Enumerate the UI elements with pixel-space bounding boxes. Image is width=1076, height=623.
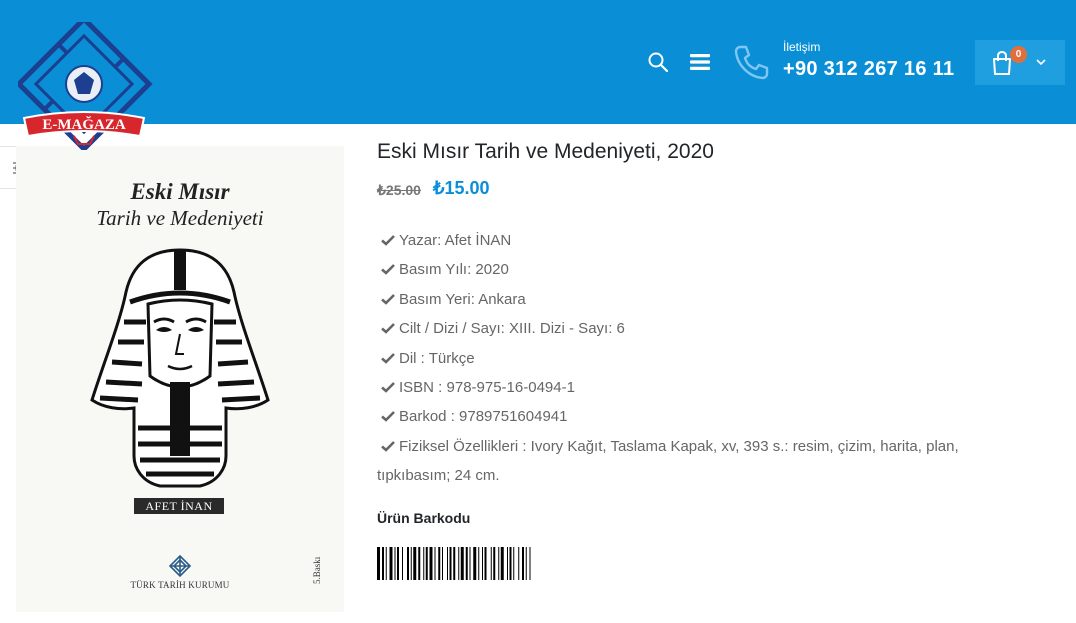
product-title: Eski Mısır Tarih ve Medeniyeti, 2020 <box>377 140 714 163</box>
search-icon[interactable] <box>646 50 670 74</box>
barcode-heading: Ürün Barkodu <box>377 510 471 526</box>
product-image[interactable]: Eski Mısır Tarih ve Medeniyeti AFET İNAN… <box>16 146 344 612</box>
attribute-text: Basım Yeri: Ankara <box>399 290 526 308</box>
attribute-text: Basım Yılı: 2020 <box>399 261 509 279</box>
attribute-text: Fiziksel Özellikleri : Ivory Kağıt, Tasl… <box>377 437 959 485</box>
check-icon <box>381 323 395 334</box>
cover-edition: 5.Baskı <box>312 556 322 584</box>
contact-phone[interactable]: +90 312 267 16 11 <box>783 58 954 81</box>
attribute-item: Yazar: Afet İNAN <box>377 226 1027 255</box>
pharaoh-mask-illustration <box>90 248 270 488</box>
check-icon <box>381 235 395 246</box>
cover-publisher: TÜRK TARİH KURUMU <box>130 580 230 590</box>
cart-button[interactable]: 0 <box>975 40 1065 85</box>
chevron-down-icon <box>1036 59 1046 66</box>
product-barcode <box>377 547 531 580</box>
check-icon <box>381 411 395 423</box>
check-icon <box>381 293 395 305</box>
sale-price: ₺15.00 <box>433 178 490 198</box>
attribute-item: Cilt / Dizi / Sayı: XIII. Dizi - Sayı: 6 <box>377 314 1027 343</box>
attribute-text: Dil : Türkçe <box>399 349 475 367</box>
attribute-item: ISBN : 978-975-16-0494-1 <box>377 373 1027 402</box>
attribute-text: Yazar: Afet İNAN <box>399 232 512 249</box>
check-icon <box>381 352 395 364</box>
phone-icon <box>734 45 769 80</box>
attribute-text: Cilt / Dizi / Sayı: XIII. Dizi - Sayı: 6 <box>399 320 625 338</box>
cart-count-badge: 0 <box>1010 46 1027 63</box>
attribute-item: Dil : Türkçe <box>377 344 1027 373</box>
attribute-item: Barkod : 9789751604941 <box>377 402 1027 431</box>
attribute-text: ISBN : 978-975-16-0494-1 <box>399 379 575 397</box>
logo-text: E-MAĞAZA <box>42 116 125 133</box>
contact-label: İletişim <box>783 40 821 54</box>
old-price: ₺25.00 <box>377 182 421 198</box>
attribute-item: Fiziksel Özellikleri : Ivory Kağıt, Tasl… <box>377 432 1027 491</box>
attribute-text: Barkod : 9789751604941 <box>399 408 568 426</box>
publisher-emblem-icon <box>168 554 192 578</box>
check-icon <box>381 440 395 452</box>
product-attributes: Yazar: Afet İNAN Basım Yılı: 2020 Basım … <box>377 226 1027 491</box>
cover-title-line2: Tarih ve Medeniyeti <box>96 206 264 230</box>
menu-icon[interactable] <box>688 50 712 74</box>
check-icon <box>381 382 395 393</box>
cover-author: AFET İNAN <box>134 498 224 514</box>
attribute-item: Basım Yeri: Ankara <box>377 285 1027 314</box>
cover-title-line1: Eski Mısır <box>130 179 230 204</box>
attribute-item: Basım Yılı: 2020 <box>377 255 1027 284</box>
site-header: İletişim +90 312 267 16 11 0 <box>0 0 1076 124</box>
check-icon <box>381 264 395 276</box>
site-logo[interactable]: E-MAĞAZA <box>18 22 158 150</box>
